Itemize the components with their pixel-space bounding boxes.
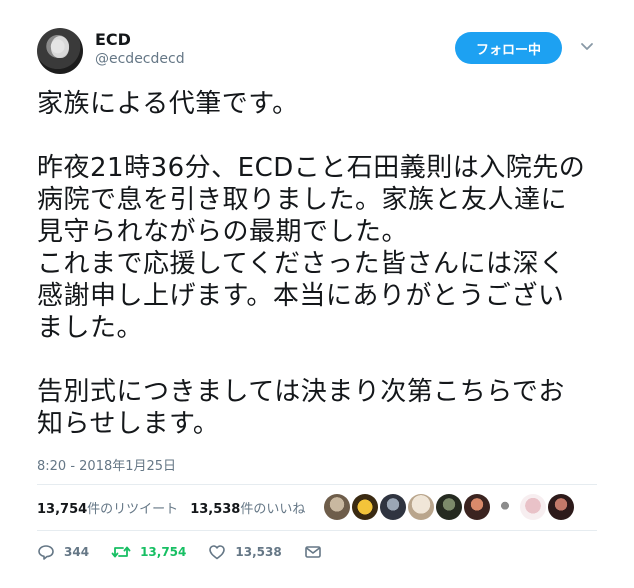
like-icon xyxy=(209,545,226,560)
following-button[interactable]: フォロー中 xyxy=(455,32,562,64)
retweet-stat[interactable]: 13,754件のリツイート xyxy=(37,498,178,517)
reply-action[interactable]: 344 xyxy=(37,544,89,560)
reply-count: 344 xyxy=(64,545,90,559)
tweet-line: 告別式につきましては決まり次第こちらでお xyxy=(37,377,565,407)
like-stat-label: 件のいいね xyxy=(240,501,306,517)
retweet-stat-count: 13,754 xyxy=(37,501,88,517)
tweet-timestamp[interactable]: 8:20 - 2018年1月25日 xyxy=(37,455,176,474)
tweet-line: 見守られながらの最期でした。 xyxy=(37,217,409,247)
tweet-header: ECD @ecdecdecd フォロー中 xyxy=(0,0,634,80)
liker-avatar[interactable] xyxy=(380,494,406,520)
divider xyxy=(37,484,597,485)
tweet-text: 家族による代筆です。 昨夜21時36分、ECDこと石田義則は入院先の 病院で息を… xyxy=(37,88,607,440)
author-handle[interactable]: @ecdecdecd xyxy=(95,51,185,67)
retweet-action[interactable]: 13,754 xyxy=(111,544,186,560)
chevron-down-icon[interactable] xyxy=(580,40,594,54)
like-stat-count: 13,538 xyxy=(190,501,241,517)
likers-avatars xyxy=(324,494,576,520)
liker-avatar[interactable] xyxy=(464,494,490,520)
retweet-stat-label: 件のリツイート xyxy=(87,501,179,517)
liker-avatar[interactable] xyxy=(324,494,350,520)
tweet-line: ました。 xyxy=(37,313,144,343)
liker-avatar[interactable] xyxy=(436,494,462,520)
message-action[interactable] xyxy=(304,545,331,559)
tweet-line: 家族による代筆です。 xyxy=(37,89,299,119)
retweet-count: 13,754 xyxy=(140,545,187,559)
tweet-actions: 344 13,754 13,538 xyxy=(37,540,597,564)
tweet-line: これまで応援してくださった皆さんには深く xyxy=(37,249,566,279)
retweet-icon xyxy=(111,546,131,558)
liker-avatar[interactable] xyxy=(492,494,518,520)
liker-avatar[interactable] xyxy=(548,494,574,520)
author-name[interactable]: ECD xyxy=(95,30,131,49)
like-action[interactable]: 13,538 xyxy=(208,544,282,560)
message-icon xyxy=(304,546,321,558)
tweet-line: 感謝申し上げます。本当にありがとうござい xyxy=(37,281,565,311)
tweet-line: 病院で息を引き取りました。家族と友人達に xyxy=(37,185,568,215)
like-stat[interactable]: 13,538件のいいね xyxy=(190,498,305,517)
liker-avatar[interactable] xyxy=(408,494,434,520)
tweet-line: 知らせします。 xyxy=(37,409,220,439)
divider xyxy=(37,530,597,531)
like-count: 13,538 xyxy=(235,545,282,559)
tweet-line: 昨夜21時36分、ECDこと石田義則は入院先の xyxy=(37,153,586,183)
author-avatar[interactable] xyxy=(37,28,83,74)
liker-avatar[interactable] xyxy=(520,494,546,520)
reply-icon xyxy=(38,545,54,560)
liker-avatar[interactable] xyxy=(352,494,378,520)
